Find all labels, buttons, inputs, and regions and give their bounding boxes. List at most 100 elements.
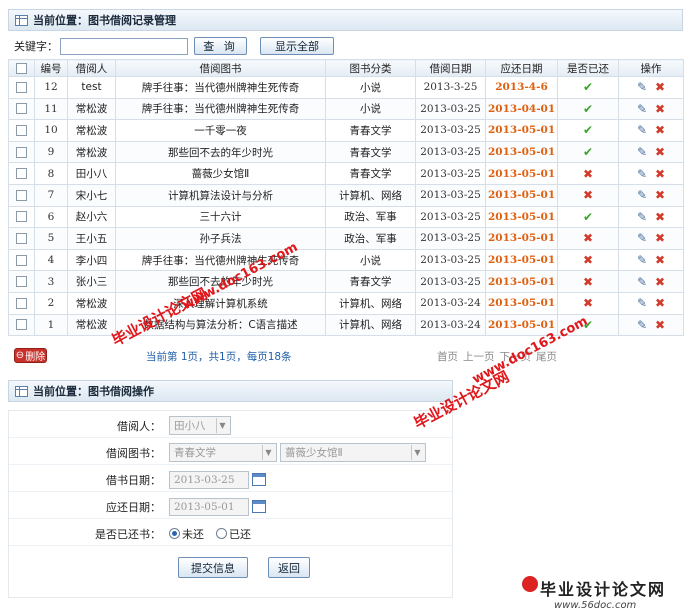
delete-button[interactable]: ⊖ 删除 [14, 348, 47, 363]
query-button[interactable]: 查 询 [194, 37, 247, 55]
book-select[interactable]: 蔷薇少女馆Ⅱ ▼ [280, 443, 426, 462]
submit-button[interactable]: 提交信息 [178, 557, 248, 578]
cell-id: 6 [34, 205, 68, 229]
delete-x-icon[interactable]: ✖ [655, 296, 665, 310]
delete-x-icon[interactable]: ✖ [655, 253, 665, 267]
cell-returned: ✖ [557, 248, 619, 272]
table-row: 9 常松波 那些回不去的年少时光 青春文学 2013-03-25 2013-05-01 ✔ ✎… [8, 140, 684, 164]
calendar-icon[interactable] [252, 500, 266, 513]
delete-x-icon[interactable]: ✖ [655, 210, 665, 224]
cell-id: 9 [34, 140, 68, 164]
row-checkbox[interactable] [8, 291, 35, 315]
check-icon: ✔ [582, 101, 594, 116]
delete-x-icon[interactable]: ✖ [655, 80, 665, 94]
edit-pencil-icon[interactable]: ✎ [637, 123, 647, 137]
form-panel-title-text: 当前位置：图书借阅操作 [33, 385, 154, 398]
pager-prev[interactable]: 上一页 [463, 349, 495, 364]
edit-pencil-icon[interactable]: ✎ [637, 231, 647, 245]
book-category-select[interactable]: 青春文学 ▼ [169, 443, 277, 462]
cell-id: 1 [34, 313, 68, 337]
cell-id: 5 [34, 227, 68, 250]
row-checkbox[interactable] [8, 162, 35, 185]
edit-pencil-icon[interactable]: ✎ [637, 80, 647, 94]
cross-icon: ✖ [582, 274, 594, 289]
row-checkbox[interactable] [8, 227, 35, 250]
delete-x-icon[interactable]: ✖ [655, 275, 665, 289]
cross-icon: ✖ [582, 231, 594, 246]
row-checkbox[interactable] [8, 119, 35, 142]
due-date-input[interactable]: 2013-05-01 [169, 497, 249, 516]
calendar-icon[interactable] [252, 473, 266, 486]
row-checkbox[interactable] [8, 205, 35, 229]
col-header-borrower: 借阅人 [67, 59, 116, 77]
row-checkbox[interactable] [8, 270, 35, 293]
footer-logo: 毕业设计论文网 www.56doc.com [522, 576, 688, 611]
edit-pencil-icon[interactable]: ✎ [637, 167, 647, 181]
chevron-down-icon: ▼ [262, 445, 274, 460]
cell-actions: ✎ ✖ [618, 140, 684, 164]
radio-returned[interactable] [216, 528, 227, 539]
edit-pencil-icon[interactable]: ✎ [637, 102, 647, 116]
cell-returned: ✔ [557, 119, 619, 142]
row-checkbox[interactable] [8, 248, 35, 272]
select-all-checkbox[interactable] [8, 59, 35, 77]
show-all-button[interactable]: 显示全部 [260, 37, 334, 55]
cell-returned: ✔ [557, 205, 619, 229]
col-header-actions: 操作 [618, 59, 684, 77]
edit-pencil-icon[interactable]: ✎ [637, 318, 647, 332]
pager-first[interactable]: 首页 [437, 349, 458, 364]
row-checkbox[interactable] [8, 183, 35, 207]
radio-not-returned[interactable] [169, 528, 180, 539]
delete-x-icon[interactable]: ✖ [655, 318, 665, 332]
cell-due-date: 2013-05-01 [485, 119, 558, 142]
delete-x-icon[interactable]: ✖ [655, 145, 665, 159]
edit-pencil-icon[interactable]: ✎ [637, 296, 647, 310]
chevron-down-icon: ▼ [411, 445, 423, 460]
cell-category: 青春文学 [325, 119, 416, 142]
cell-borrower: 常松波 [67, 119, 116, 142]
cell-borrow-date: 2013-03-25 [415, 183, 486, 207]
cell-due-date: 2013-05-01 [485, 227, 558, 250]
row-checkbox[interactable] [8, 76, 35, 99]
cell-actions: ✎ ✖ [618, 313, 684, 337]
form-panel-title: 当前位置：图书借阅操作 [8, 380, 453, 402]
table-row: 10 常松波 一千零一夜 青春文学 2013-03-25 2013-05-01 ✔ ✎ ✖ [8, 119, 684, 142]
edit-pencil-icon[interactable]: ✎ [637, 188, 647, 202]
check-icon: ✔ [582, 209, 594, 224]
cell-borrow-date: 2013-3-25 [415, 76, 486, 99]
search-input[interactable] [60, 37, 188, 55]
cell-returned: ✖ [557, 183, 619, 207]
edit-pencil-icon[interactable]: ✎ [637, 145, 647, 159]
borrower-select[interactable]: 田小八 ▼ [169, 416, 231, 435]
row-checkbox[interactable] [8, 140, 35, 164]
cell-returned: ✖ [557, 270, 619, 293]
delete-x-icon[interactable]: ✖ [655, 231, 665, 245]
row-checkbox[interactable] [8, 97, 35, 121]
back-button[interactable]: 返回 [268, 557, 310, 578]
cell-actions: ✎ ✖ [618, 162, 684, 185]
cell-due-date: 2013-05-01 [485, 162, 558, 185]
delete-x-icon[interactable]: ✖ [655, 102, 665, 116]
col-header-returned: 是否已还 [557, 59, 619, 77]
cell-borrow-date: 2013-03-25 [415, 227, 486, 250]
delete-x-icon[interactable]: ✖ [655, 123, 665, 137]
search-label: 关键字： [14, 40, 58, 53]
cross-icon: ✖ [582, 188, 594, 203]
edit-pencil-icon[interactable]: ✎ [637, 275, 647, 289]
row-checkbox[interactable] [8, 313, 35, 337]
cell-book: 三十六计 [115, 205, 326, 229]
cell-borrower: 常松波 [67, 291, 116, 315]
borrow-date-input[interactable]: 2013-03-25 [169, 470, 249, 489]
cell-category: 政治、军事 [325, 205, 416, 229]
col-header-category: 图书分类 [325, 59, 416, 77]
cell-actions: ✎ ✖ [618, 119, 684, 142]
edit-pencil-icon[interactable]: ✎ [637, 253, 647, 267]
edit-pencil-icon[interactable]: ✎ [637, 210, 647, 224]
cell-category: 计算机、网络 [325, 183, 416, 207]
returned-label: 是否已还书： [95, 527, 161, 541]
table-row: 3 张小三 那些回不去的年少时光 青春文学 2013-03-25 2013-05-01 ✖ ✎… [8, 270, 684, 293]
delete-x-icon[interactable]: ✖ [655, 167, 665, 181]
cell-id: 11 [34, 97, 68, 121]
delete-x-icon[interactable]: ✖ [655, 188, 665, 202]
borrow-date-row: 借书日期： 2013-03-25 [9, 468, 452, 492]
